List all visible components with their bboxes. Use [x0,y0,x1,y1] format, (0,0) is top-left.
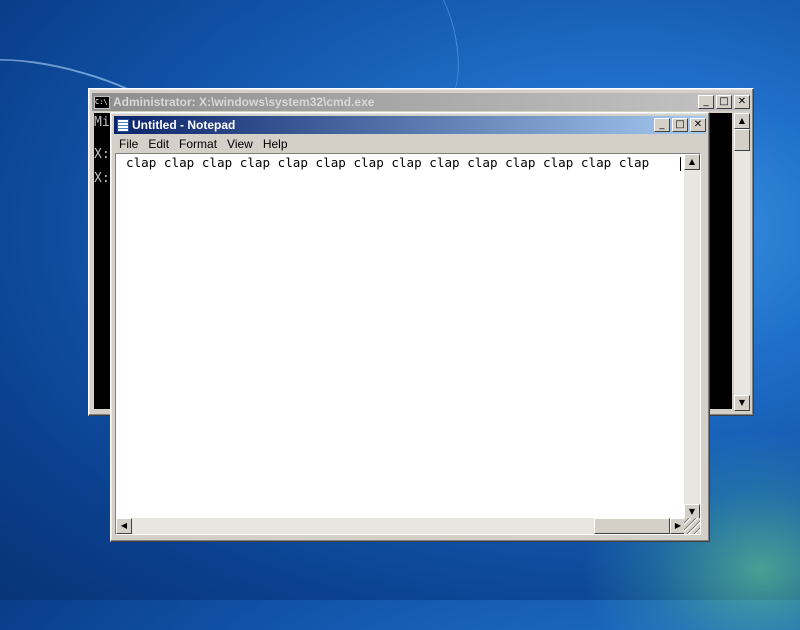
cmd-line: X: [94,147,110,162]
notepad-text-area[interactable]: clap clap clap clap clap clap clap clap … [115,153,701,535]
notepad-minimize-button[interactable]: _ [654,118,670,132]
cmd-icon: C:\ [94,95,110,109]
notepad-vertical-scrollbar[interactable]: ▲ ▼ [684,154,700,520]
scroll-down-button[interactable]: ▼ [734,395,750,411]
notepad-icon [117,118,129,132]
scroll-thumb[interactable] [594,518,670,534]
notepad-close-button[interactable]: ✕ [690,118,706,132]
cmd-line: Mi [94,115,110,130]
cmd-titlebar[interactable]: C:\ Administrator: X:\windows\system32\c… [92,93,750,111]
menu-file[interactable]: File [114,137,143,151]
notepad-titlebar[interactable]: Untitled - Notepad _ □ ✕ [114,116,706,134]
scroll-left-button[interactable]: ◀ [116,518,132,534]
cmd-maximize-button[interactable]: □ [716,95,732,109]
cmd-minimize-button[interactable]: _ [698,95,714,109]
cmd-line: X: [94,171,110,186]
notepad-horizontal-scrollbar[interactable]: ◀ ▶ [116,518,686,534]
resize-grip[interactable] [684,518,700,534]
editor-text: clap clap clap clap clap clap clap clap … [126,155,650,170]
scroll-thumb[interactable] [734,129,750,151]
menu-view[interactable]: View [222,137,258,151]
menu-help[interactable]: Help [258,137,293,151]
notepad-title: Untitled - Notepad [132,118,236,132]
scroll-up-button[interactable]: ▲ [734,113,750,129]
cmd-close-button[interactable]: ✕ [734,95,750,109]
menu-edit[interactable]: Edit [143,137,174,151]
notepad-maximize-button[interactable]: □ [672,118,688,132]
notepad-menubar: File Edit Format View Help [114,135,706,153]
text-caret [680,157,681,171]
menu-format[interactable]: Format [174,137,222,151]
cmd-vertical-scrollbar[interactable]: ▲ ▼ [734,113,750,411]
notepad-window[interactable]: Untitled - Notepad _ □ ✕ File Edit Forma… [110,112,710,542]
cmd-title: Administrator: X:\windows\system32\cmd.e… [113,95,375,109]
scroll-up-button[interactable]: ▲ [684,154,700,170]
